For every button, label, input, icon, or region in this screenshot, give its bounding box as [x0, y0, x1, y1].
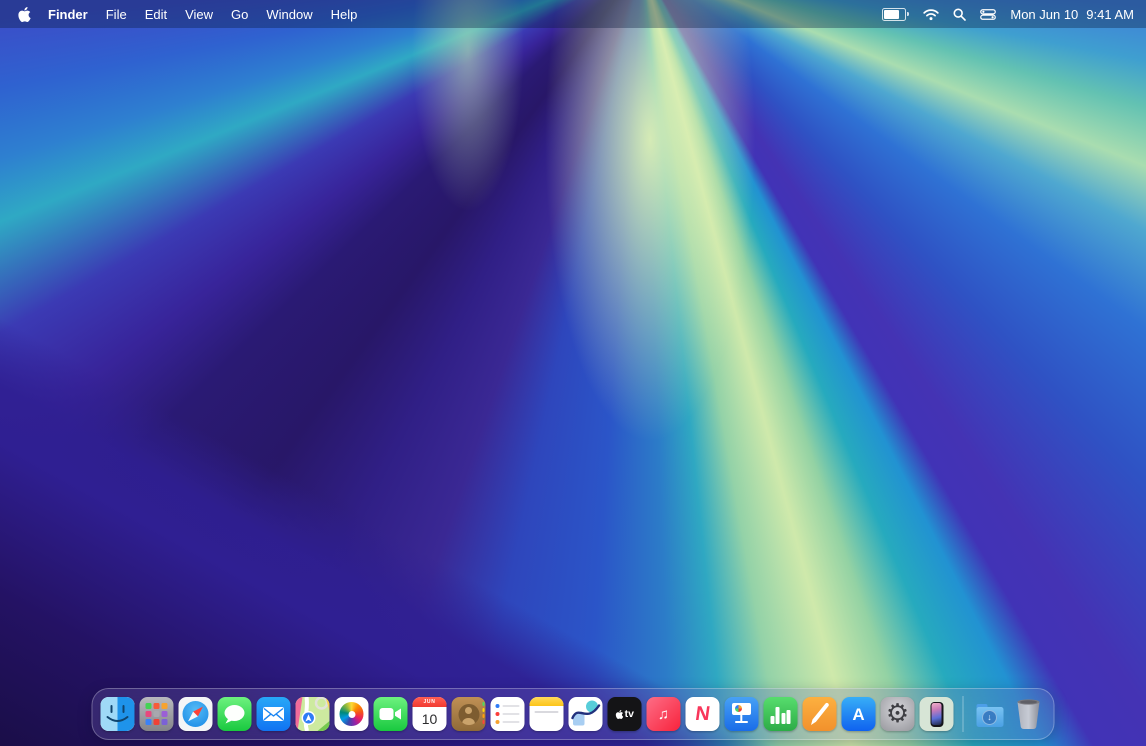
freeform-icon	[569, 697, 603, 731]
menu-view[interactable]: View	[176, 7, 222, 22]
menu-window[interactable]: Window	[257, 7, 321, 22]
dock-item-finder[interactable]	[101, 697, 135, 731]
dock-item-maps[interactable]	[296, 697, 330, 731]
dock-item-facetime[interactable]	[374, 697, 408, 731]
apple-menu[interactable]	[18, 7, 39, 22]
facetime-icon	[374, 697, 408, 731]
menu-bar-left: Finder File Edit View Go Window Help	[18, 7, 366, 22]
control-center-icon[interactable]	[980, 9, 996, 20]
trash-icon	[1015, 697, 1043, 731]
dock-item-freeform[interactable]	[569, 697, 603, 731]
menu-bar-time[interactable]: 9:41 AM	[1086, 7, 1134, 22]
dock-item-trash[interactable]	[1012, 697, 1046, 731]
calendar-icon-day: 10	[413, 707, 447, 731]
finder-icon	[101, 697, 135, 731]
keynote-icon	[732, 703, 751, 715]
download-arrow-icon: ↓	[987, 713, 992, 722]
safari-compass-needle	[179, 697, 213, 731]
app-store-icon: A	[852, 706, 864, 723]
dock-item-keynote[interactable]	[725, 697, 759, 731]
menu-edit[interactable]: Edit	[136, 7, 176, 22]
dock-item-mail[interactable]	[257, 697, 291, 731]
messages-icon	[218, 697, 252, 731]
menu-bar-status: Mon Jun 10 9:41 AM	[882, 7, 1134, 22]
dock-item-apple-tv[interactable]: tv	[608, 697, 642, 731]
dock-item-calendar[interactable]: JUN 10	[413, 697, 447, 731]
reminders-icon	[496, 704, 520, 708]
dock-item-music[interactable]: ♫	[647, 697, 681, 731]
dock-item-pages[interactable]	[803, 697, 837, 731]
mail-icon	[257, 697, 291, 731]
dock-item-messages[interactable]	[218, 697, 252, 731]
news-icon: N	[694, 704, 711, 724]
apple-tv-label: tv	[625, 709, 634, 720]
contacts-icon	[458, 704, 479, 725]
menu-help[interactable]: Help	[322, 7, 367, 22]
notes-icon	[530, 697, 564, 706]
battery-icon[interactable]	[882, 8, 909, 21]
launchpad-icon	[146, 703, 168, 725]
app-menu-finder[interactable]: Finder	[39, 7, 97, 22]
numbers-icon	[771, 707, 791, 724]
desktop-wallpaper: Finder File Edit View Go Window Help	[0, 0, 1146, 746]
dock-item-system-settings[interactable]: ⚙	[881, 697, 915, 731]
iphone-mirroring-icon	[930, 702, 943, 727]
dock-item-numbers[interactable]	[764, 697, 798, 731]
dock-item-app-store[interactable]: A	[842, 697, 876, 731]
menu-go[interactable]: Go	[222, 7, 257, 22]
wifi-icon[interactable]	[923, 8, 939, 21]
menu-bar-date[interactable]: Mon Jun 10	[1010, 7, 1078, 22]
apple-tv-icon	[615, 710, 623, 719]
apple-logo-icon	[18, 7, 31, 22]
dock-divider	[963, 696, 964, 732]
menu-file[interactable]: File	[97, 7, 136, 22]
dock: JUN 10	[92, 688, 1055, 740]
calendar-icon-month: JUN	[413, 697, 447, 707]
music-icon: ♫	[658, 707, 669, 722]
maps-icon	[296, 697, 330, 731]
photos-icon	[340, 702, 364, 726]
pages-icon	[803, 697, 837, 731]
dock-item-news[interactable]: N	[686, 697, 720, 731]
dock-item-safari[interactable]	[179, 697, 213, 731]
dock-item-contacts[interactable]	[452, 697, 486, 731]
contacts-tabs	[482, 702, 484, 724]
menu-bar: Finder File Edit View Go Window Help	[0, 0, 1146, 28]
spotlight-search-icon[interactable]	[953, 8, 966, 21]
system-settings-gear-icon: ⚙	[886, 697, 909, 731]
dock-item-photos[interactable]	[335, 697, 369, 731]
dock-item-downloads[interactable]: ↓	[973, 697, 1007, 731]
dock-item-iphone-mirroring[interactable]	[920, 697, 954, 731]
dock-item-notes[interactable]	[530, 697, 564, 731]
dock-item-launchpad[interactable]	[140, 697, 174, 731]
dock-item-reminders[interactable]	[491, 697, 525, 731]
